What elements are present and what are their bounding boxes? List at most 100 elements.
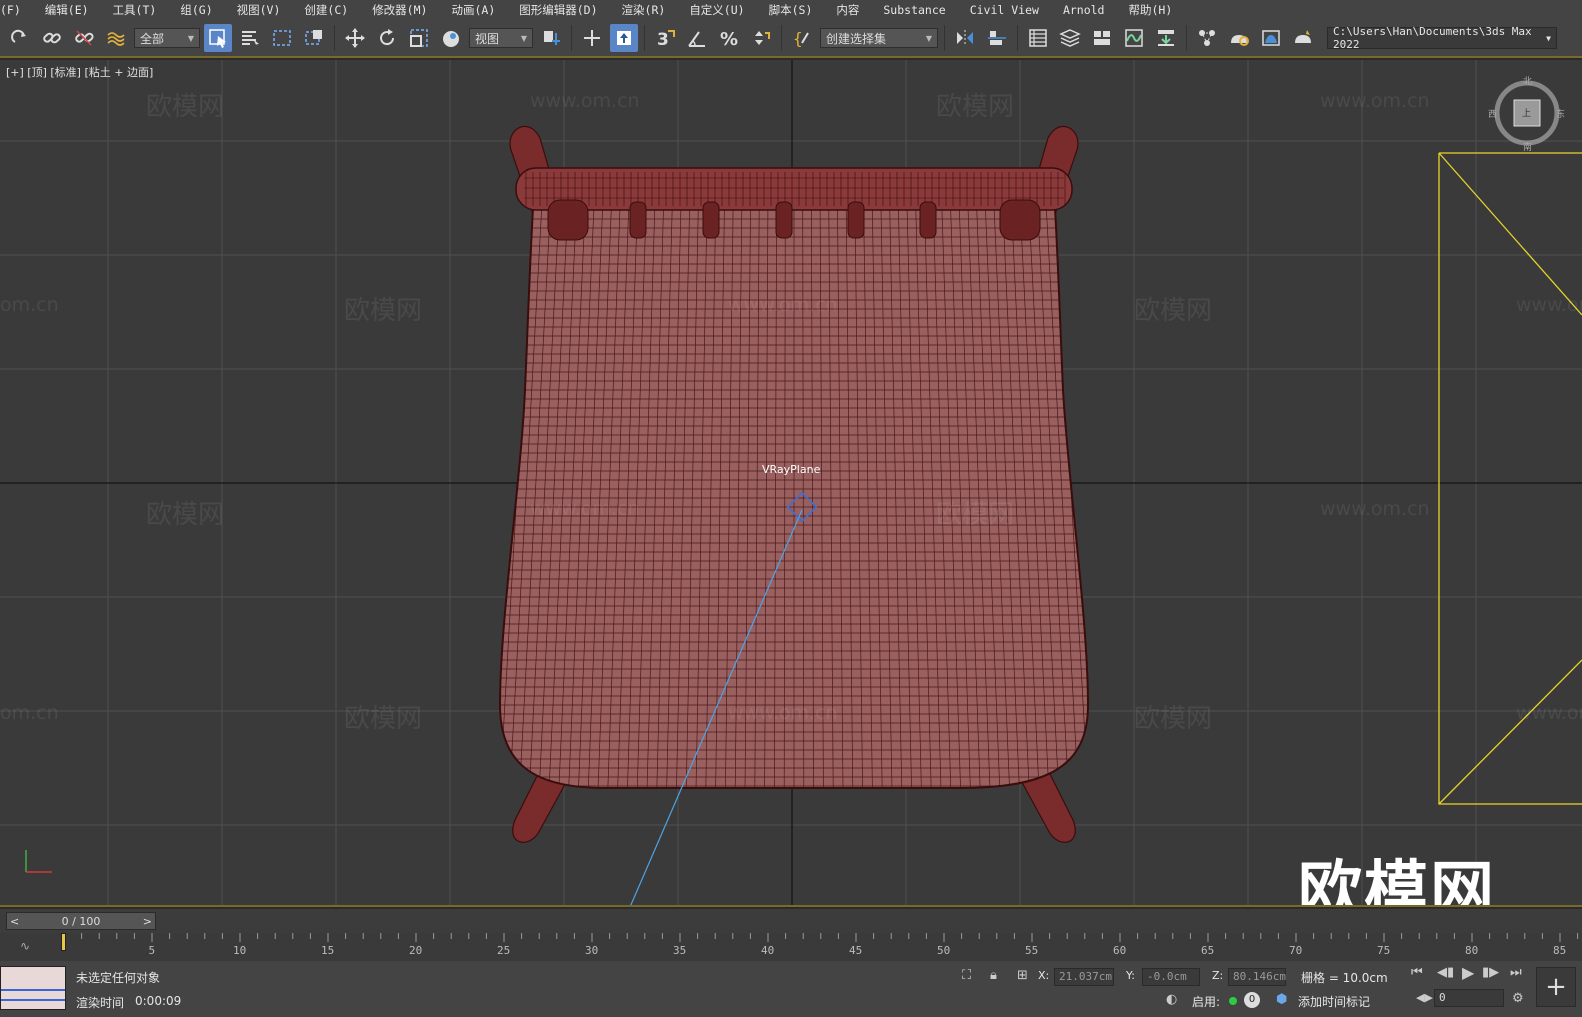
menu-item[interactable]: 内容: [824, 0, 871, 20]
link-icon[interactable]: [38, 24, 66, 52]
bind-spacewarp-icon[interactable]: [102, 24, 130, 52]
toolbar-separator: [644, 25, 645, 51]
redo-icon[interactable]: [6, 24, 34, 52]
named-selection-dropdown[interactable]: 创建选择集 ▼: [820, 28, 938, 48]
time-next-button[interactable]: >: [143, 915, 152, 928]
align-icon[interactable]: [983, 24, 1011, 52]
scale-icon[interactable]: [405, 24, 433, 52]
enable-count[interactable]: 0: [1244, 992, 1260, 1008]
key-mode-icon[interactable]: ◀︎▶︎: [1416, 991, 1433, 1004]
menu-item[interactable]: 动画(A): [439, 0, 507, 20]
curve-editor-icon[interactable]: [1120, 24, 1148, 52]
menu-item[interactable]: (F): [0, 0, 33, 20]
rect-selection-icon[interactable]: [268, 24, 296, 52]
absolute-mode-icon[interactable]: ⊞: [1017, 968, 1028, 983]
track-tick-label: 10: [233, 944, 247, 957]
toolbar-separator: [944, 25, 945, 51]
viewport-label[interactable]: [+] [顶] [标准] [粘土 + 边面]: [6, 64, 153, 80]
track-bar[interactable]: ∿ 5 10 15 20 25 30 35 40 45 50 55 60 65 70 75 80 85: [0, 933, 1582, 961]
rotate-icon[interactable]: [373, 24, 401, 52]
time-prev-button[interactable]: <: [10, 915, 19, 928]
viewport-maximize-plus-icon[interactable]: +: [1536, 967, 1576, 1007]
menu-item[interactable]: Substance: [871, 0, 957, 20]
track-tick-label: 45: [849, 944, 863, 957]
select-by-name-icon[interactable]: [236, 24, 264, 52]
menu-item[interactable]: 创建(C): [292, 0, 360, 20]
compass-south: 南: [1523, 143, 1533, 153]
menu-item[interactable]: 工具(T): [101, 0, 169, 20]
selection-filter-dropdown[interactable]: 全部 ▼: [134, 28, 200, 48]
layer-explorer-icon[interactable]: [1056, 24, 1084, 52]
spinner-snap-icon[interactable]: [747, 24, 775, 52]
prev-frame-icon[interactable]: ◀︎▮: [1437, 965, 1454, 980]
next-frame-icon[interactable]: ▮▶︎: [1482, 965, 1499, 980]
track-tick-label: 35: [673, 944, 687, 957]
goto-start-icon[interactable]: ⏮: [1411, 965, 1423, 980]
select-manipulate-icon[interactable]: [578, 24, 606, 52]
menu-bar: (F) 编辑(E) 工具(T) 组(G) 视图(V) 创建(C) 修改器(M) 动画(A) 图形…: [0, 0, 1582, 20]
select-object-icon[interactable]: [204, 24, 232, 52]
toggle-ribbon-icon[interactable]: [1088, 24, 1116, 52]
render-icon[interactable]: [1289, 24, 1317, 52]
menu-item[interactable]: 渲染(R): [610, 0, 678, 20]
menu-item[interactable]: 编辑(E): [33, 0, 101, 20]
time-tag-icon[interactable]: ⬢: [1276, 992, 1287, 1007]
isolate-icon[interactable]: ⛶: [962, 968, 971, 983]
enable-indicator: [1229, 997, 1237, 1005]
scene-explorer-icon[interactable]: [1024, 24, 1052, 52]
track-tick-label: 5: [148, 944, 156, 957]
svg-text:3: 3: [657, 30, 669, 49]
menu-item[interactable]: 修改器(M): [360, 0, 439, 20]
angle-snap-icon[interactable]: [683, 24, 711, 52]
watermark-text: 欧模网: [344, 704, 423, 734]
maxscript-listener-thumb[interactable]: [0, 966, 66, 1010]
play-icon[interactable]: ▶︎: [1462, 963, 1474, 982]
vrayplane-label: VRayPlane: [762, 463, 821, 476]
time-slider[interactable]: < 0 / 100 >: [6, 912, 156, 930]
schematic-view-icon[interactable]: [1152, 24, 1180, 52]
move-icon[interactable]: [341, 24, 369, 52]
snap-3d-icon[interactable]: 3: [651, 24, 679, 52]
top-viewport[interactable]: [+] [顶] [标准] [粘土 + 边面] 欧模网 www.om.cn 欧模网…: [0, 60, 1582, 907]
pivot-center-icon[interactable]: [537, 24, 565, 52]
add-time-marker[interactable]: 添加时间标记: [1298, 993, 1370, 1010]
viewcube[interactable]: 北 南 东 西 上: [1488, 77, 1565, 153]
track-tick-label: 60: [1113, 944, 1127, 957]
menu-item[interactable]: 自定义(U): [677, 0, 756, 20]
toolbar-separator: [1017, 25, 1018, 51]
menu-item[interactable]: 组(G): [168, 0, 224, 20]
current-frame-marker[interactable]: [61, 933, 66, 951]
menu-item[interactable]: 帮助(H): [1116, 0, 1184, 20]
rendered-frame-icon[interactable]: [1257, 24, 1285, 52]
watermark-url: www.om.cn: [530, 90, 640, 112]
menu-item[interactable]: 脚本(S): [757, 0, 825, 20]
track-tick-label: 15: [321, 944, 335, 957]
goto-end-icon[interactable]: ⏭: [1510, 965, 1522, 980]
watermark-text: 欧模网: [146, 500, 225, 530]
adaptive-degradation-icon[interactable]: ◐: [1166, 992, 1177, 1007]
placement-icon[interactable]: [437, 24, 465, 52]
z-coord-field[interactable]: 80.146cm: [1228, 968, 1286, 986]
menu-item[interactable]: 视图(V): [225, 0, 293, 20]
y-coord-field[interactable]: -0.0cm: [1142, 968, 1200, 986]
track-tick-label: 55: [1025, 944, 1039, 957]
keyboard-shortcut-icon[interactable]: [610, 24, 638, 52]
unlink-icon[interactable]: [70, 24, 98, 52]
menu-item[interactable]: Civil View: [958, 0, 1051, 20]
menu-item[interactable]: 图形编辑器(D): [507, 0, 609, 20]
window-crossing-icon[interactable]: [300, 24, 328, 52]
project-path-dropdown[interactable]: C:\Users\Han\Documents\3ds Max 2022 ▼: [1327, 25, 1557, 51]
lock-icon[interactable]: 🔒︎: [990, 968, 997, 983]
viewcube-face-top[interactable]: 上: [1522, 106, 1531, 119]
current-frame-field[interactable]: 0: [1434, 989, 1504, 1007]
mirror-icon[interactable]: [951, 24, 979, 52]
edit-named-selection-icon[interactable]: {: [788, 24, 816, 52]
percent-snap-icon[interactable]: %: [715, 24, 743, 52]
x-coord-field[interactable]: 21.037cm: [1054, 968, 1114, 986]
time-config-icon[interactable]: ⚙: [1512, 991, 1524, 1006]
menu-item[interactable]: Arnold: [1051, 0, 1117, 20]
time-slider-bar: < 0 / 100 >: [0, 909, 1582, 933]
material-editor-icon[interactable]: [1193, 24, 1221, 52]
ref-coord-dropdown[interactable]: 视图 ▼: [469, 28, 533, 48]
render-setup-icon[interactable]: [1225, 24, 1253, 52]
